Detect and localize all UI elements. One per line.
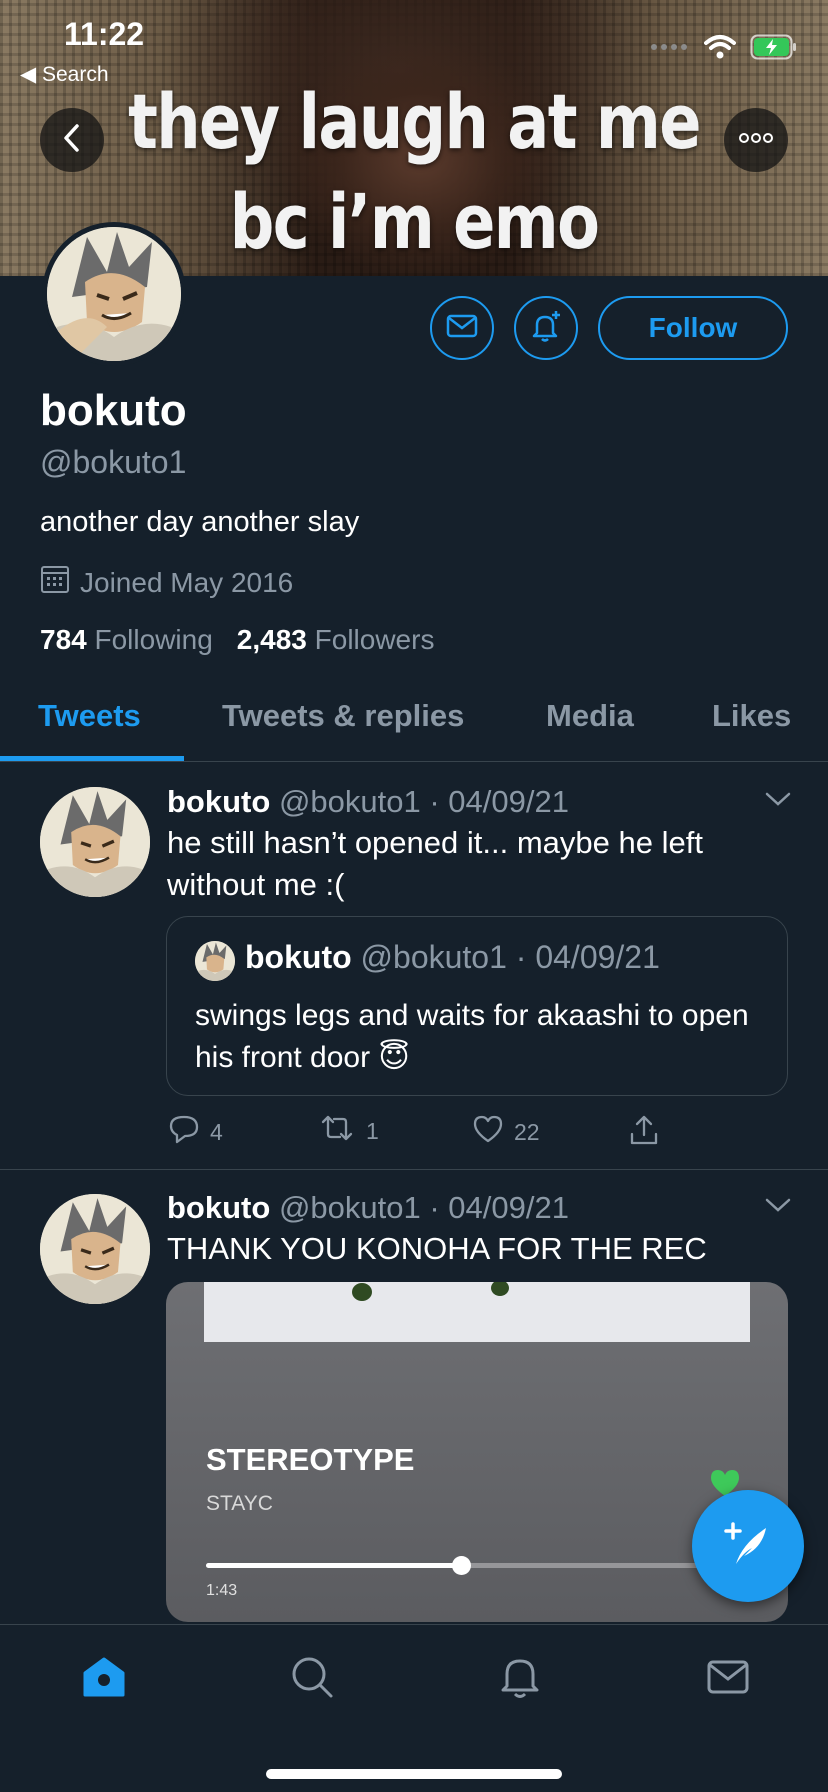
- nav-notifications[interactable]: [490, 1649, 550, 1709]
- song-artist: STAYC: [206, 1492, 273, 1515]
- album-art-strip: [204, 1282, 750, 1342]
- album-art-detail: [352, 1282, 509, 1301]
- tab-media[interactable]: Media: [546, 698, 634, 734]
- avatar-illustration: [40, 1194, 150, 1304]
- back-to-search-link[interactable]: ◀ Search: [20, 62, 109, 87]
- tweet-avatar[interactable]: [40, 1194, 150, 1304]
- nav-messages[interactable]: [698, 1649, 758, 1709]
- active-tab-indicator: [0, 756, 184, 761]
- avatar-illustration: [195, 941, 235, 981]
- chevron-down-icon[interactable]: [764, 1196, 792, 1219]
- like-button[interactable]: 22: [472, 1114, 540, 1150]
- retweet-count: 1: [366, 1117, 379, 1144]
- avatar-illustration: [47, 227, 181, 361]
- song-title: STEREOTYPE: [206, 1442, 415, 1477]
- like-count: 22: [514, 1118, 540, 1145]
- follow-button-label: Follow: [648, 312, 738, 343]
- followers-link[interactable]: 2,483 Followers: [237, 624, 435, 656]
- playback-scrubber[interactable]: [451, 1556, 471, 1575]
- avatar-illustration: [40, 787, 150, 897]
- tweet-author-name[interactable]: bokuto: [167, 784, 270, 819]
- profile-avatar[interactable]: [42, 222, 186, 366]
- notifications-button[interactable]: [514, 296, 578, 360]
- home-icon: [81, 1655, 127, 1704]
- compose-tweet-button[interactable]: [692, 1490, 804, 1602]
- share-icon: [628, 1114, 660, 1152]
- more-options-button[interactable]: [724, 108, 788, 172]
- profile-name: bokuto: [40, 386, 187, 435]
- reply-count: 4: [210, 1118, 223, 1145]
- tweet-media-card[interactable]: STEREOTYPE STAYC 1:43: [166, 1282, 788, 1622]
- mail-icon: [706, 1659, 750, 1700]
- chevron-left-icon: [60, 123, 84, 158]
- mail-icon: [446, 313, 478, 344]
- banner-caption-line2: bc i’m emo: [229, 177, 600, 266]
- share-button[interactable]: [628, 1114, 660, 1152]
- nav-home[interactable]: [74, 1649, 134, 1709]
- tab-tweets[interactable]: Tweets: [38, 698, 141, 734]
- tab-likes[interactable]: Likes: [712, 698, 791, 734]
- banner-caption-line1: they laugh at me: [128, 77, 701, 166]
- quote-handle-date: @bokuto1 · 04/09/21: [360, 939, 660, 975]
- retweet-icon: [318, 1114, 356, 1148]
- message-button[interactable]: [430, 296, 494, 360]
- elapsed-time: 1:43: [206, 1582, 238, 1599]
- followers-count: 2,483: [236, 624, 307, 655]
- tweet-avatar[interactable]: [40, 787, 150, 897]
- bottom-tab-bar: [0, 1624, 828, 1792]
- quote-header: bokuto @bokuto1 · 04/09/21: [245, 939, 660, 976]
- chevron-down-icon[interactable]: [764, 790, 792, 813]
- quote-author-name: bokuto: [245, 939, 352, 975]
- joined-label: Joined May 2016: [80, 566, 294, 598]
- status-time: 11:22: [64, 16, 145, 52]
- profile-bio: another day another slay: [40, 506, 360, 538]
- more-horizontal-icon: [738, 131, 774, 149]
- calendar-icon: [40, 564, 70, 601]
- back-button[interactable]: [40, 108, 104, 172]
- playback-progress-fill: [206, 1563, 461, 1568]
- quote-tweet[interactable]: bokuto @bokuto1 · 04/09/21 swings legs a…: [166, 916, 788, 1096]
- reply-button[interactable]: 4: [168, 1114, 223, 1150]
- joined-date: Joined May 2016: [40, 564, 293, 601]
- followers-label: Followers: [314, 624, 435, 655]
- search-icon: [290, 1655, 334, 1704]
- tweet-header: bokuto @bokuto1 · 04/09/21: [167, 1190, 569, 1226]
- tab-tweets-and-replies[interactable]: Tweets & replies: [222, 698, 464, 734]
- nav-search[interactable]: [282, 1649, 342, 1709]
- compose-icon: [718, 1514, 778, 1579]
- status-icons: [650, 34, 798, 64]
- tweet-header: bokuto @bokuto1 · 04/09/21: [167, 784, 569, 820]
- following-label: Following: [94, 624, 213, 655]
- quote-text: swings legs and waits for akaashi to ope…: [195, 999, 749, 1074]
- following-count: 784: [40, 624, 87, 655]
- tweet-text: he still hasn’t opened it... maybe he le…: [167, 825, 703, 902]
- wifi-icon: [704, 34, 736, 65]
- retweet-button[interactable]: 1: [318, 1114, 379, 1148]
- home-indicator: [266, 1769, 562, 1779]
- tweet-author-name[interactable]: bokuto: [167, 1190, 270, 1225]
- profile-handle: @bokuto1: [40, 444, 187, 480]
- bell-plus-icon: [529, 309, 563, 348]
- signal-icon: [650, 40, 690, 58]
- heart-icon: [472, 1114, 504, 1150]
- tweet-handle-date: @bokuto1 · 04/09/21: [278, 784, 569, 819]
- tweet-handle-date: @bokuto1 · 04/09/21: [278, 1190, 569, 1225]
- quote-avatar: [195, 941, 235, 981]
- follow-stats: 784 Following 2,483 Followers: [40, 624, 434, 656]
- battery-icon: [750, 34, 798, 65]
- following-link[interactable]: 784 Following: [40, 624, 213, 656]
- playback-progress[interactable]: [206, 1556, 726, 1575]
- bell-icon: [498, 1654, 542, 1705]
- tweet-text: THANK YOU KONOHA FOR THE REC: [167, 1231, 707, 1266]
- follow-button[interactable]: Follow: [598, 296, 788, 360]
- reply-icon: [168, 1114, 200, 1150]
- profile-tabs: Tweets Tweets & replies Media Likes: [0, 690, 828, 762]
- tweet-actions: 4 1 22: [166, 1114, 726, 1154]
